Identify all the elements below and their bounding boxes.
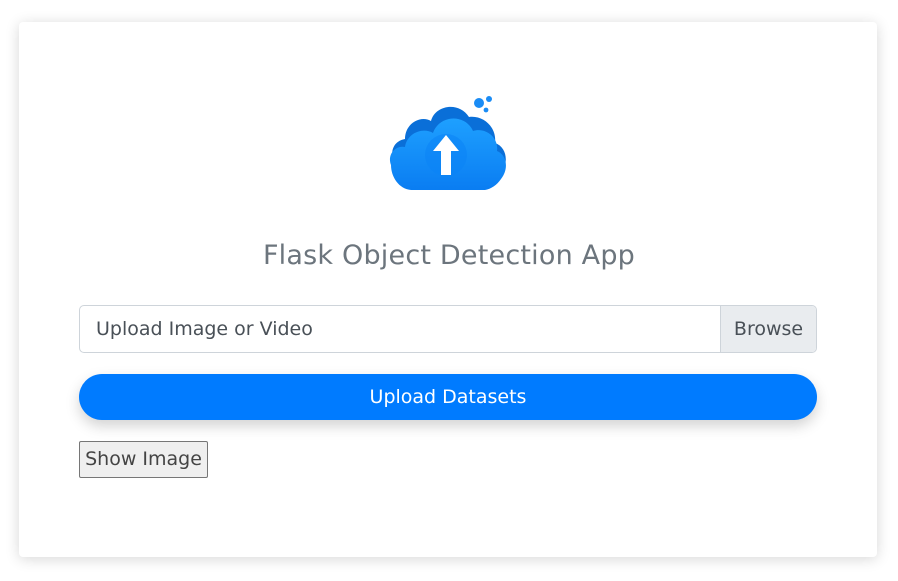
browse-button[interactable]: Browse [720, 306, 816, 352]
upload-datasets-button[interactable]: Upload Datasets [79, 374, 817, 420]
page-title: Flask Object Detection App [262, 240, 636, 271]
show-image-button[interactable]: Show Image [79, 441, 208, 478]
file-input[interactable]: Upload Image or Video Browse [79, 305, 817, 353]
cloud-upload-icon [389, 96, 506, 190]
file-input-placeholder[interactable]: Upload Image or Video [80, 306, 720, 352]
